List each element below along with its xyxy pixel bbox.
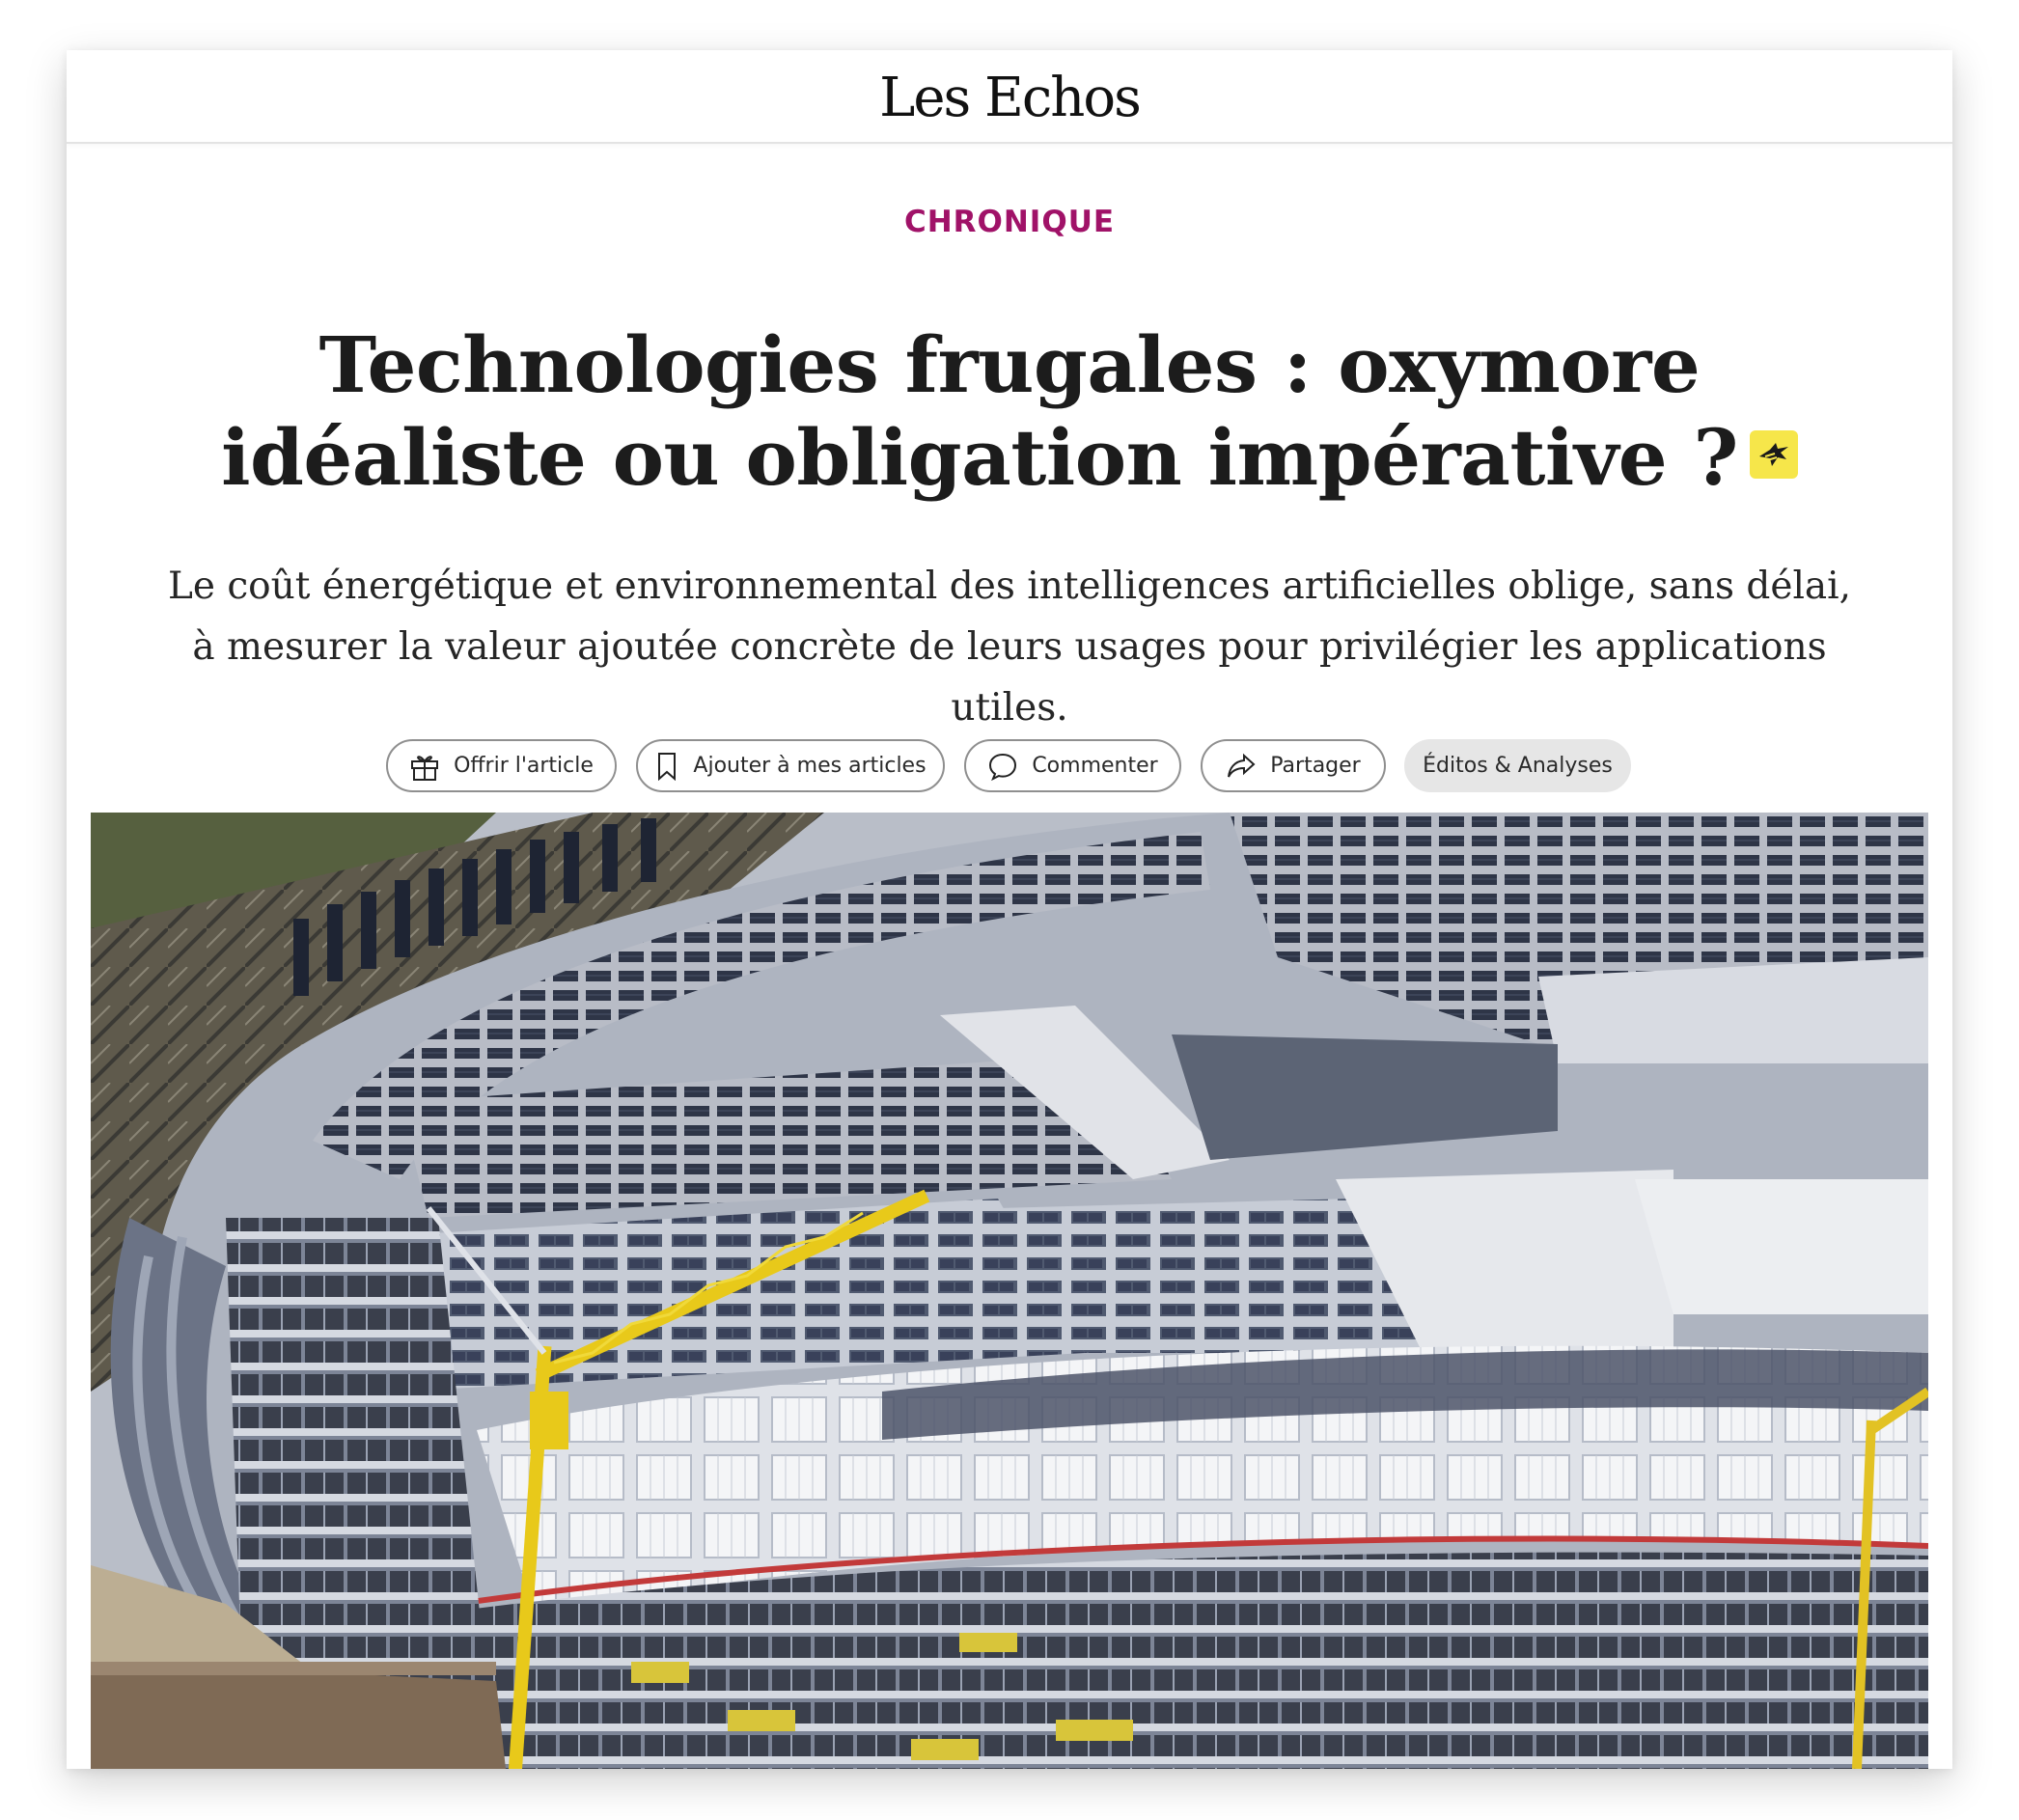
article-kicker[interactable]: CHRONIQUE xyxy=(67,205,1952,239)
article-standfirst: Le coût énergétique et environnemental d… xyxy=(167,565,1852,730)
data-center-aerial-photo xyxy=(91,813,1928,1769)
section-editos-button[interactable]: Éditos & Analyses xyxy=(1404,739,1631,792)
section-editos-label: Éditos & Analyses xyxy=(1423,754,1613,778)
article-actions: Offrir l'article Ajouter à mes articles … xyxy=(67,739,1952,796)
comment-label: Commenter xyxy=(1032,754,1158,778)
share-arrow-icon xyxy=(1226,753,1257,780)
article-hero-image xyxy=(91,813,1928,1769)
bookmark-icon xyxy=(654,752,679,781)
share-label: Partager xyxy=(1270,754,1361,778)
premium-badge-icon xyxy=(1749,430,1798,479)
offer-article-label: Offrir l'article xyxy=(454,754,594,778)
share-button[interactable]: Partager xyxy=(1201,739,1386,792)
gift-icon xyxy=(409,751,440,782)
comment-bubble-icon xyxy=(987,752,1018,781)
les-echos-logo[interactable]: Les Echos xyxy=(879,67,1142,129)
article-headline: Technologies frugales : oxymore idéalist… xyxy=(124,318,1895,504)
save-article-label: Ajouter à mes articles xyxy=(693,754,927,778)
save-article-button[interactable]: Ajouter à mes articles xyxy=(636,739,945,792)
comment-button[interactable]: Commenter xyxy=(964,739,1181,792)
headline-text: Technologies frugales : oxymore idéalist… xyxy=(221,319,1738,503)
article-card: Les Echos CHRONIQUE Technologies frugale… xyxy=(67,50,1952,1769)
site-header: Les Echos xyxy=(67,50,1952,144)
offer-article-button[interactable]: Offrir l'article xyxy=(386,739,617,792)
